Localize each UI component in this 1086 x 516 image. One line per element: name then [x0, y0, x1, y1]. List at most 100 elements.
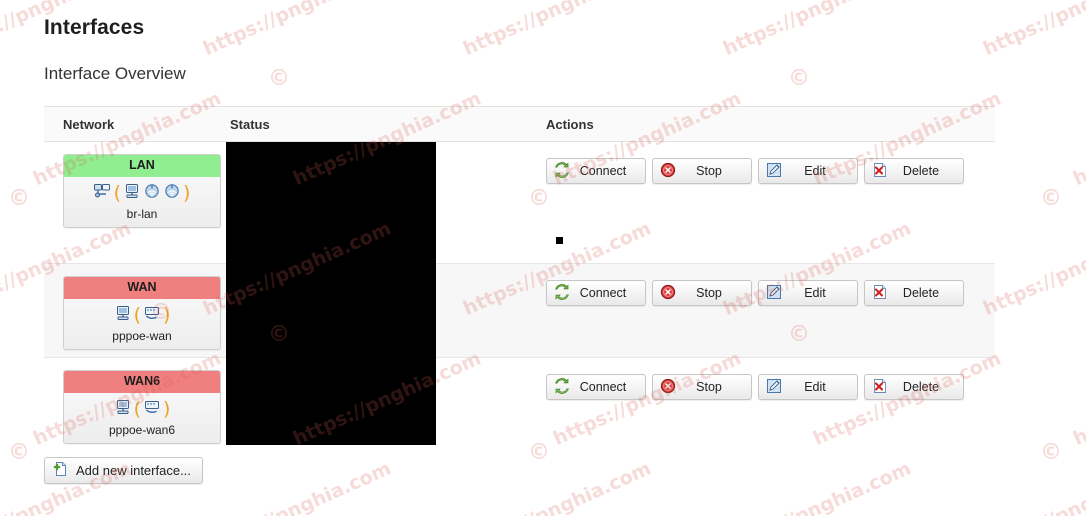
network-device-name: br-lan: [126, 207, 158, 221]
stop-button[interactable]: Stop: [652, 158, 752, 184]
pencil-icon: [765, 378, 783, 396]
delete-button[interactable]: Delete: [864, 280, 964, 306]
connect-button[interactable]: Connect: [546, 374, 646, 400]
network-icon-group: (): [64, 182, 220, 204]
edit-button-label: Edit: [804, 164, 826, 178]
wifi-icon: [143, 183, 161, 204]
pencil-icon: [765, 162, 783, 180]
column-header-network: Network: [63, 116, 115, 132]
add-new-interface-button[interactable]: Add new interface...: [44, 457, 203, 484]
network-badge-body: () br-lan: [64, 177, 220, 227]
network-icon-group: (): [64, 398, 220, 420]
paren-close: ): [163, 398, 171, 420]
new-page-icon: [53, 461, 69, 480]
pencil-icon: [765, 284, 783, 302]
connect-button-label: Connect: [579, 380, 627, 394]
stop-button[interactable]: Stop: [652, 280, 752, 306]
delete-button-label: Delete: [902, 380, 940, 394]
paren-open: (: [133, 304, 141, 326]
ethernet-icon: [114, 305, 132, 326]
network-badge-body: () pppoe-wan: [64, 299, 220, 349]
connect-button-label: Connect: [579, 286, 627, 300]
edit-button[interactable]: Edit: [758, 158, 858, 184]
stop-button-label: Stop: [696, 380, 722, 394]
delete-button[interactable]: Delete: [864, 158, 964, 184]
network-badge-label: WAN: [64, 277, 220, 299]
network-badge-card[interactable]: WAN6 () pppoe-wan6: [63, 370, 221, 444]
pencil-icon: [766, 378, 782, 397]
pencil-icon: [766, 162, 782, 181]
delete-icon: [872, 162, 888, 181]
pppoe-icon: [143, 305, 161, 326]
paren-open: (: [133, 398, 141, 420]
edit-button[interactable]: Edit: [758, 280, 858, 306]
ethernet-icon: [114, 399, 132, 420]
connect-button-label: Connect: [579, 164, 627, 178]
delete-icon: [872, 284, 888, 303]
network-cell: LAN () br-lan: [44, 142, 230, 228]
edit-button-label: Edit: [804, 380, 826, 394]
network-icon-group: (): [64, 304, 220, 326]
actions-cell: Connect Stop Edit Delete: [546, 264, 995, 306]
stop-icon: [659, 378, 677, 396]
network-cell: WAN6 () pppoe-wan6: [44, 358, 230, 444]
column-header-actions: Actions: [546, 116, 594, 132]
actions-cell: Connect Stop Edit Delete: [546, 358, 995, 400]
section-title: Interface Overview: [44, 64, 186, 83]
connect-button[interactable]: Connect: [546, 280, 646, 306]
table-header-row: Network Status Actions: [44, 106, 995, 142]
refresh-icon: [553, 283, 571, 303]
stop-button-label: Stop: [696, 164, 722, 178]
delete-button[interactable]: Delete: [864, 374, 964, 400]
stop-icon: [660, 162, 676, 181]
delete-button-label: Delete: [902, 164, 940, 178]
network-device-name: pppoe-wan6: [108, 423, 176, 437]
connect-button[interactable]: Connect: [546, 158, 646, 184]
delete-icon: [871, 162, 889, 180]
edit-button-label: Edit: [804, 286, 826, 300]
paren-open: (: [113, 182, 121, 204]
delete-icon: [871, 378, 889, 396]
wifi-icon: [163, 183, 181, 204]
stop-icon: [660, 378, 676, 397]
network-badge-card[interactable]: LAN () br-lan: [63, 154, 221, 228]
stop-icon: [659, 162, 677, 180]
pppoe-icon: [143, 399, 161, 420]
page-title: Interfaces: [44, 16, 145, 39]
pencil-icon: [766, 284, 782, 303]
network-badge-card[interactable]: WAN () pppoe-wan: [63, 276, 221, 350]
ethernet-icon: [123, 183, 141, 204]
delete-button-label: Delete: [902, 286, 940, 300]
network-badge-body: () pppoe-wan6: [64, 393, 220, 443]
table-row: LAN () br-lan Connect Stop Edit Delete: [44, 142, 995, 264]
edit-button[interactable]: Edit: [758, 374, 858, 400]
actions-cell: Connect Stop Edit Delete: [546, 142, 995, 184]
paren-close: ): [163, 304, 171, 326]
refresh-icon: [554, 283, 570, 303]
stop-button[interactable]: Stop: [652, 374, 752, 400]
refresh-icon: [554, 377, 570, 397]
network-badge-label: LAN: [64, 155, 220, 177]
network-badge-label: WAN6: [64, 371, 220, 393]
delete-icon: [872, 378, 888, 397]
interface-overview-table: Network Status Actions LAN () br-lan Connec…: [44, 106, 995, 446]
stop-icon: [660, 284, 676, 303]
redaction-speck: [556, 237, 563, 244]
refresh-icon: [553, 377, 571, 397]
stop-icon: [659, 284, 677, 302]
column-header-status: Status: [230, 116, 270, 132]
stop-button-label: Stop: [696, 286, 722, 300]
add-new-interface-label: Add new interface...: [76, 463, 191, 478]
network-device-name: pppoe-wan: [112, 329, 172, 343]
page-root: Interfaces Interface Overview Network St…: [0, 0, 1086, 516]
refresh-icon: [554, 161, 570, 181]
status-column-redaction: [226, 142, 436, 445]
table-row: WAN () pppoe-wan Connect Stop Edit Delete: [44, 264, 995, 358]
paren-close: ): [183, 182, 191, 204]
delete-icon: [871, 284, 889, 302]
table-row: WAN6 () pppoe-wan6 Connect Stop Edit Delete: [44, 358, 995, 446]
table-body: LAN () br-lan Connect Stop Edit Delete WAN () ppp…: [44, 142, 995, 446]
network-cell: WAN () pppoe-wan: [44, 264, 230, 350]
refresh-icon: [553, 161, 571, 181]
bridge-icon: [93, 183, 112, 204]
